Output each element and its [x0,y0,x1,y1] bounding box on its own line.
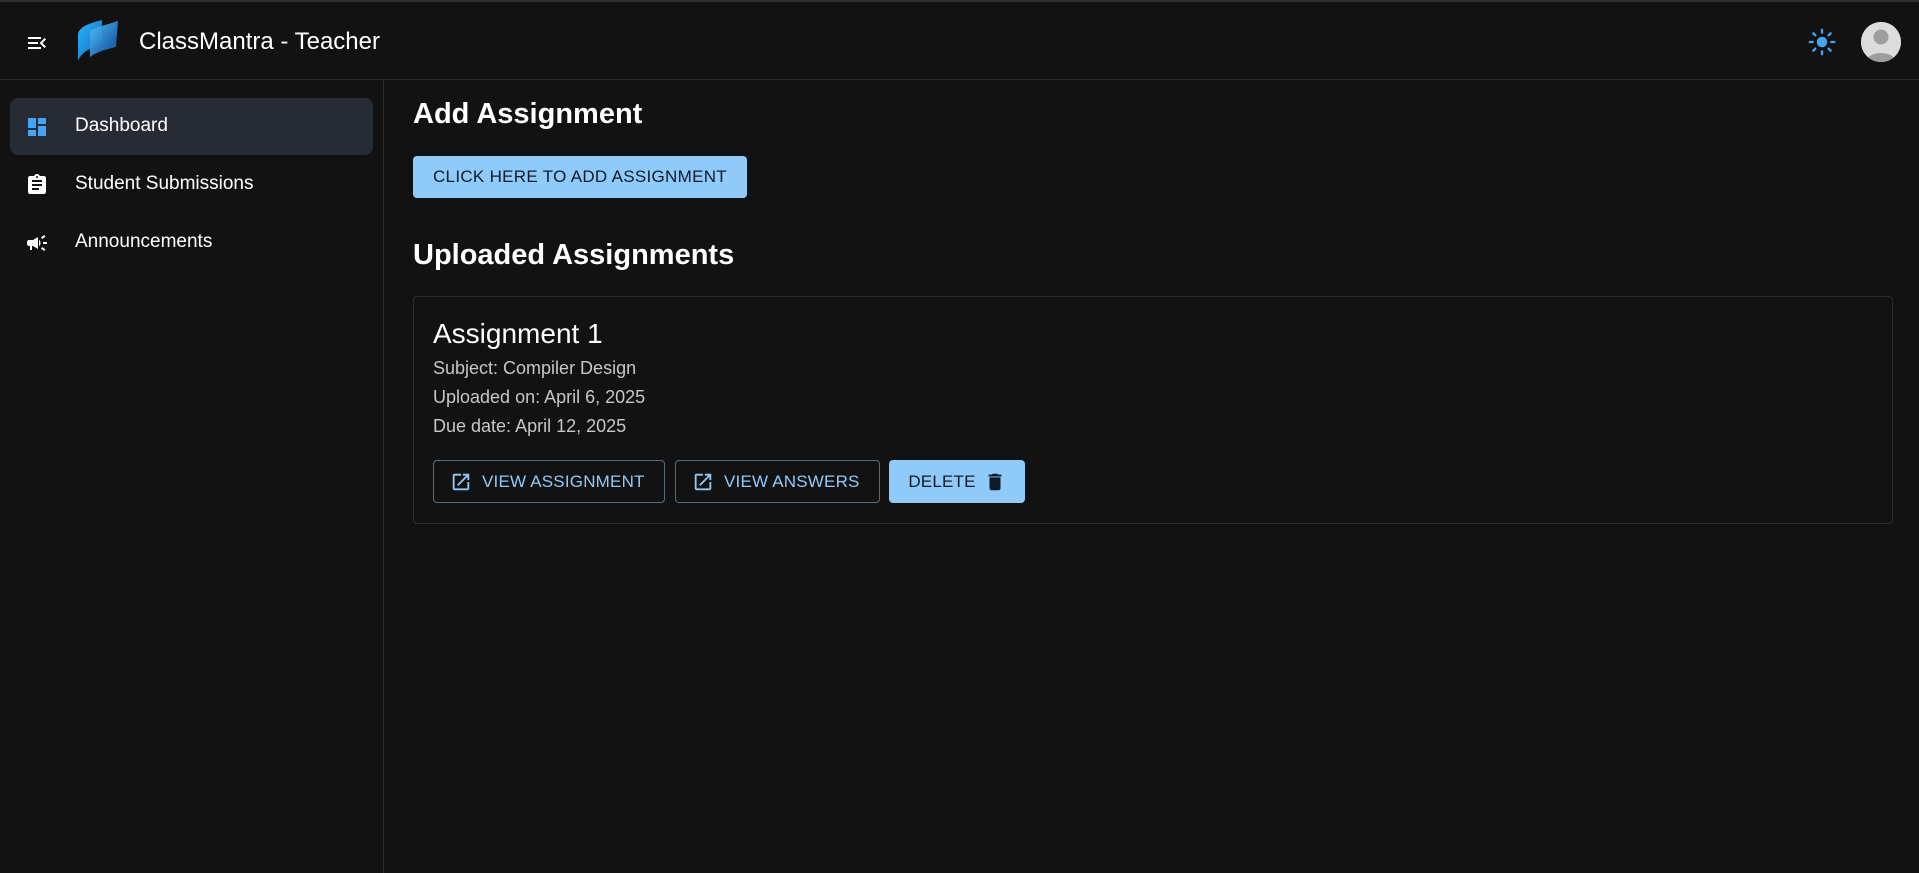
add-assignment-button[interactable]: CLICK HERE TO ADD ASSIGNMENT [413,156,747,198]
sidebar-item-announcements[interactable]: Announcements [10,214,373,271]
sidebar-item-label: Announcements [75,231,213,252]
app-title: ClassMantra - Teacher [139,28,380,55]
sidebar-item-label: Dashboard [75,115,168,136]
sun-icon[interactable] [1804,24,1840,60]
sidebar: Dashboard Student Submissions Announceme… [0,80,384,873]
open-in-new-icon [450,471,472,493]
trash-icon [984,471,1006,493]
assignment-icon [24,172,50,198]
menu-open-icon[interactable] [20,26,54,60]
delete-button[interactable]: DELETE [889,460,1025,503]
assignment-uploaded-date: Uploaded on: April 6, 2025 [433,387,646,407]
assignment-due-date: Due date: April 12, 2025 [433,416,627,436]
open-in-new-icon [692,471,714,493]
user-avatar[interactable] [1861,22,1901,62]
classmantra-logo [72,17,120,65]
add-assignment-heading: Add Assignment [413,98,643,130]
assignment-title: Assignment 1 [433,318,603,349]
view-assignment-label: VIEW ASSIGNMENT [482,471,645,491]
assignment-card: Assignment 1 Subject: Compiler Design Up… [413,296,1893,524]
assignment-subject: Subject: Compiler Design [433,358,637,378]
view-answers-label: VIEW ANSWERS [724,471,860,491]
delete-label: DELETE [908,471,976,491]
view-assignment-button[interactable]: VIEW ASSIGNMENT [433,460,665,503]
dashboard-icon [24,114,50,140]
sidebar-item-student-submissions[interactable]: Student Submissions [10,156,373,213]
app-bar: ClassMantra - Teacher [0,0,1919,80]
sidebar-item-label: Student Submissions [75,173,254,194]
uploaded-assignments-heading: Uploaded Assignments [413,239,735,271]
campaign-icon [24,230,50,256]
view-answers-button[interactable]: VIEW ANSWERS [675,460,880,503]
sidebar-item-dashboard[interactable]: Dashboard [10,98,373,155]
